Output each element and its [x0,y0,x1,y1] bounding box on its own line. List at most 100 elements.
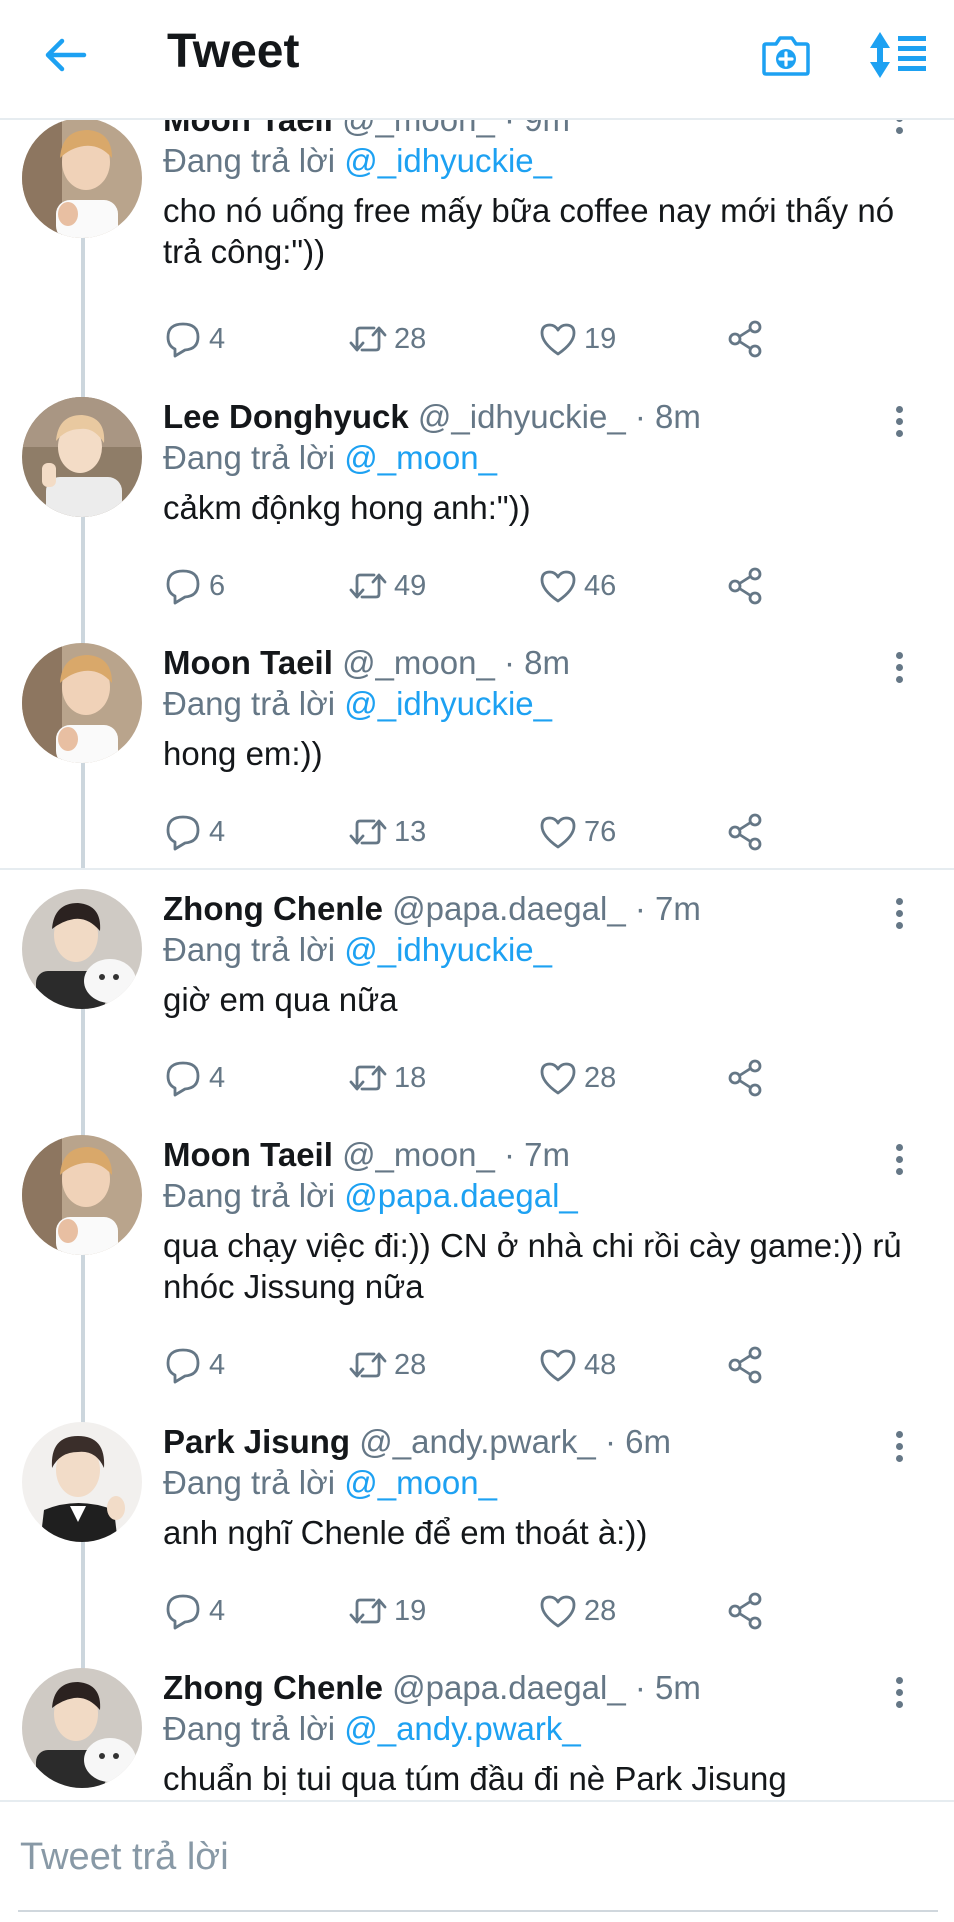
back-arrow-icon[interactable] [40,30,90,80]
replying-to-label: Đang trả lời [163,142,336,179]
more-options-icon[interactable] [892,895,906,935]
retweet-icon [349,326,387,352]
reply-count: 4 [209,1348,226,1381]
heart-icon [540,1349,576,1382]
retweet-count: 19 [394,1594,427,1627]
like-count: 28 [584,1594,617,1627]
retweet-count: 28 [394,1348,427,1381]
retweet-button[interactable]: 49 [348,564,426,608]
like-count: 19 [584,322,617,355]
avatar[interactable] [22,1668,142,1788]
like-button[interactable]: 28 [538,1056,616,1100]
tweet-text: giờ em qua nữa [163,981,398,1018]
like-button[interactable]: 48 [538,1343,616,1387]
retweet-button[interactable]: 19 [348,1589,426,1633]
like-button[interactable]: 76 [538,810,616,854]
mention-link[interactable]: @_moon_ [344,1464,497,1501]
tweet[interactable]: Moon Taeil @_moon_ · 9m Đang trả lời @_i… [0,100,954,370]
avatar[interactable] [22,889,142,1009]
heart-icon [540,323,576,356]
reply-button[interactable]: 6 [163,564,225,608]
share-button[interactable] [725,1056,765,1100]
author-handle[interactable]: @_moon_ [342,1136,495,1173]
meta-separator: · [504,644,515,681]
author-name[interactable]: Lee Donghyuck [163,398,409,435]
more-options-icon[interactable] [892,1141,906,1181]
retweet-icon [349,573,387,599]
author-handle[interactable]: @_idhyuckie_ [418,398,626,435]
tweet-text: anh nghĩ Chenle để em thoát à:)) [163,1514,648,1551]
share-button[interactable] [725,1343,765,1387]
replying-to-label: Đang trả lời [163,685,336,722]
like-button[interactable]: 19 [538,317,616,361]
tweet[interactable]: Moon Taeil @_moon_ · 7m Đang trả lời @pa… [0,1135,954,1405]
reply-count: 4 [209,1061,226,1094]
share-icon [728,1346,762,1384]
mention-link[interactable]: @_idhyuckie_ [344,685,552,722]
like-count: 28 [584,1061,617,1094]
reply-icon [166,1061,200,1097]
more-options-icon[interactable] [892,649,906,689]
reply-composer [0,1800,954,1922]
meta-separator: · [504,1136,515,1173]
mention-link[interactable]: @_moon_ [344,439,497,476]
retweet-icon [349,1352,387,1378]
retweet-button[interactable]: 13 [348,810,426,854]
author-name[interactable]: Moon Taeil [163,644,333,681]
share-button[interactable] [725,564,765,608]
heart-icon [540,570,576,603]
reply-button[interactable]: 4 [163,1343,225,1387]
mention-link[interactable]: @_andy.pwark_ [344,1710,581,1747]
avatar[interactable] [22,397,142,517]
tweet-text: chuẩn bị tui qua túm đầu đi nè Park Jisu… [163,1760,787,1797]
more-options-icon[interactable] [892,1428,906,1468]
like-button[interactable]: 28 [538,1589,616,1633]
reply-input[interactable] [18,1830,922,1884]
tweet[interactable]: Park Jisung @_andy.pwark_ · 6m Đang trả … [0,1422,954,1647]
replying-to-label: Đang trả lời [163,439,336,476]
tweet[interactable]: Moon Taeil @_moon_ · 8m Đang trả lời @_i… [0,643,954,868]
author-name[interactable]: Park Jisung [163,1423,350,1460]
author-handle[interactable]: @_andy.pwark_ [359,1423,596,1460]
mention-link[interactable]: @papa.daegal_ [344,1177,578,1214]
avatar[interactable] [22,1422,142,1542]
retweet-button[interactable]: 28 [348,317,426,361]
more-options-icon[interactable] [892,1674,906,1714]
reply-count: 6 [209,569,226,602]
tweet[interactable]: Lee Donghyuck @_idhyuckie_ · 8m Đang trả… [0,397,954,622]
author-name[interactable]: Moon Taeil [163,1136,333,1173]
share-button[interactable] [725,317,765,361]
author-handle[interactable]: @papa.daegal_ [392,890,626,927]
author-name[interactable]: Zhong Chenle [163,890,383,927]
tweet[interactable]: Zhong Chenle @papa.daegal_ · 7m Đang trả… [0,889,954,1114]
mention-link[interactable]: @_idhyuckie_ [344,142,552,179]
more-options-icon[interactable] [892,403,906,443]
top-app-bar: Tweet [0,0,954,120]
avatar[interactable] [22,118,142,238]
author-handle[interactable]: @_moon_ [342,644,495,681]
reply-button[interactable]: 4 [163,1056,225,1100]
author-name[interactable]: Zhong Chenle [163,1669,383,1706]
meta-separator: · [604,1423,616,1460]
reply-button[interactable]: 4 [163,810,225,854]
share-icon [728,1059,762,1097]
tweet-time: 8m [524,644,571,681]
tweet[interactable]: Zhong Chenle @papa.daegal_ · 5m Đang trả… [0,1668,954,1808]
reply-button[interactable]: 4 [163,1589,225,1633]
avatar[interactable] [22,1135,142,1255]
like-count: 76 [584,815,617,848]
mention-link[interactable]: @_idhyuckie_ [344,931,552,968]
retweet-count: 49 [394,569,427,602]
author-handle[interactable]: @papa.daegal_ [392,1669,626,1706]
reply-button[interactable]: 4 [163,317,225,361]
like-button[interactable]: 46 [538,564,616,608]
reply-count: 4 [209,322,226,355]
avatar[interactable] [22,643,142,763]
retweet-button[interactable]: 28 [348,1343,426,1387]
sort-icon[interactable] [868,30,928,80]
share-button[interactable] [725,810,765,854]
retweet-button[interactable]: 18 [348,1056,426,1100]
share-button[interactable] [725,1589,765,1633]
retweet-count: 13 [394,815,427,848]
camera-icon[interactable] [760,30,812,80]
